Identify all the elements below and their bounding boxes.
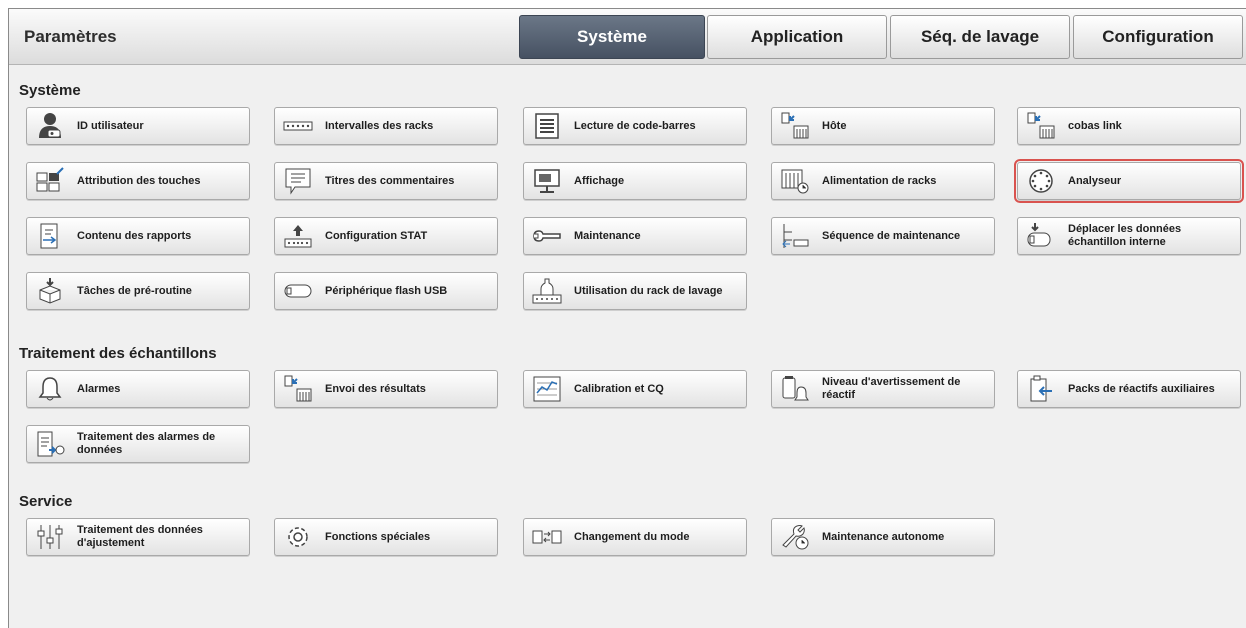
pre-routine-tasks-button[interactable]: Tâches de pré-routine — [26, 272, 250, 310]
usb-flash-button[interactable]: Périphérique flash USB — [274, 272, 498, 310]
button-label: Périphérique flash USB — [325, 284, 448, 297]
send-results-button[interactable]: Envoi des résultats — [274, 370, 498, 408]
stat-configuration-button[interactable]: Configuration STAT — [274, 217, 498, 255]
button-label: Niveau d'avertissement de réactif — [822, 376, 961, 401]
wash-rack-icon — [530, 276, 564, 306]
usb-flash-icon — [281, 276, 315, 306]
send-results-icon — [281, 374, 315, 404]
button-label: Intervalles des racks — [325, 119, 434, 132]
button-label: cobas link — [1068, 119, 1122, 132]
button-label: Affichage — [574, 174, 625, 187]
alarms-button[interactable]: Alarmes — [26, 370, 250, 408]
adjustment-data-icon — [33, 522, 67, 552]
host-icon — [778, 111, 812, 141]
key-assignment-icon — [33, 166, 67, 196]
rack-intervals-icon — [281, 111, 315, 141]
data-alarm-button[interactable]: Traitement des alarmes de données — [26, 425, 250, 463]
button-label: Traitement des données d'ajustement — [77, 524, 203, 549]
reagent-warning-icon — [778, 374, 812, 404]
reagent-warning-button[interactable]: Niveau d'avertissement de réactif — [771, 370, 995, 408]
maintenance-button[interactable]: Maintenance — [523, 217, 747, 255]
page-title: Paramètres — [24, 27, 117, 46]
button-label: Utilisation du rack de lavage — [574, 284, 723, 297]
mode-change-icon — [530, 522, 564, 552]
comment-titles-icon — [281, 166, 315, 196]
maintenance-icon — [530, 221, 564, 251]
special-functions-button[interactable]: Fonctions spéciales — [274, 518, 498, 556]
button-label: Tâches de pré-routine — [77, 284, 192, 297]
button-label: Traitement des alarmes de données — [77, 431, 216, 456]
user-id-button[interactable]: ID utilisateur — [26, 107, 250, 145]
auxiliary-reagent-button[interactable]: Packs de réactifs auxiliaires — [1017, 370, 1241, 408]
maintenance-sequence-button[interactable]: Séquence de maintenance — [771, 217, 995, 255]
maintenance-sequence-icon — [778, 221, 812, 251]
move-sample-data-icon — [1024, 221, 1058, 251]
header-bar: Paramètres Système Application Séq. de l… — [9, 9, 1246, 65]
button-label: Attribution des touches — [77, 174, 201, 187]
adjustment-data-button[interactable]: Traitement des données d'ajustement — [26, 518, 250, 556]
button-label: ID utilisateur — [77, 119, 144, 132]
button-label: Alimentation de racks — [822, 174, 937, 187]
button-label: Changement du mode — [574, 530, 690, 543]
user-id-icon — [33, 111, 67, 141]
rack-feed-icon — [778, 166, 812, 196]
analyzer-button[interactable]: Analyseur — [1014, 159, 1244, 203]
button-label: Maintenance autonome — [822, 530, 945, 543]
wash-rack-button[interactable]: Utilisation du rack de lavage — [523, 272, 747, 310]
wrench-clock-icon — [778, 522, 812, 552]
report-content-icon — [33, 221, 67, 251]
move-sample-data-button[interactable]: Déplacer les données échantillon interne — [1017, 217, 1241, 255]
button-label: Calibration et CQ — [574, 382, 664, 395]
button-label: Packs de réactifs auxiliaires — [1068, 382, 1215, 395]
tab-configuration[interactable]: Configuration — [1073, 15, 1243, 59]
button-label: Déplacer les données échantillon interne — [1068, 223, 1182, 248]
analyzer-icon — [1024, 166, 1058, 196]
section-title-traitement: Traitement des échantillons — [19, 345, 217, 362]
button-label: Lecture de code-barres — [574, 119, 696, 132]
mode-change-button[interactable]: Changement du mode — [523, 518, 747, 556]
autonomous-maintenance-button[interactable]: Maintenance autonome — [771, 518, 995, 556]
rack-feed-button[interactable]: Alimentation de racks — [771, 162, 995, 200]
comment-titles-button[interactable]: Titres des commentaires — [274, 162, 498, 200]
display-button[interactable]: Affichage — [523, 162, 747, 200]
gear-icon — [281, 522, 315, 552]
settings-window: Paramètres Système Application Séq. de l… — [8, 8, 1246, 628]
auxiliary-reagent-icon — [1024, 374, 1058, 404]
tab-systeme[interactable]: Système — [519, 15, 705, 59]
pre-routine-tasks-icon — [33, 276, 67, 306]
button-label: Titres des commentaires — [325, 174, 455, 187]
section-title-service: Service — [19, 493, 73, 510]
key-assignment-button[interactable]: Attribution des touches — [26, 162, 250, 200]
rack-intervals-button[interactable]: Intervalles des racks — [274, 107, 498, 145]
button-label: Contenu des rapports — [77, 229, 192, 242]
tab-seq-lavage[interactable]: Séq. de lavage — [890, 15, 1070, 59]
calibration-qc-icon — [530, 374, 564, 404]
button-label: Hôte — [822, 119, 847, 132]
cobas-link-icon — [1024, 111, 1058, 141]
bell-icon — [33, 374, 67, 404]
stat-configuration-icon — [281, 221, 315, 251]
button-label: Envoi des résultats — [325, 382, 426, 395]
button-label: Fonctions spéciales — [325, 530, 431, 543]
button-label: Alarmes — [77, 382, 121, 395]
tab-application[interactable]: Application — [707, 15, 887, 59]
button-label: Analyseur — [1068, 174, 1122, 187]
button-label: Configuration STAT — [325, 229, 428, 242]
host-button[interactable]: Hôte — [771, 107, 995, 145]
button-label: Maintenance — [574, 229, 641, 242]
data-alarm-icon — [33, 429, 67, 459]
cobas-link-button[interactable]: cobas link — [1017, 107, 1241, 145]
barcode-reading-icon — [530, 111, 564, 141]
calibration-qc-button[interactable]: Calibration et CQ — [523, 370, 747, 408]
display-icon — [530, 166, 564, 196]
button-label: Séquence de maintenance — [822, 229, 961, 242]
section-title-systeme: Système — [19, 82, 81, 99]
report-content-button[interactable]: Contenu des rapports — [26, 217, 250, 255]
barcode-reading-button[interactable]: Lecture de code-barres — [523, 107, 747, 145]
